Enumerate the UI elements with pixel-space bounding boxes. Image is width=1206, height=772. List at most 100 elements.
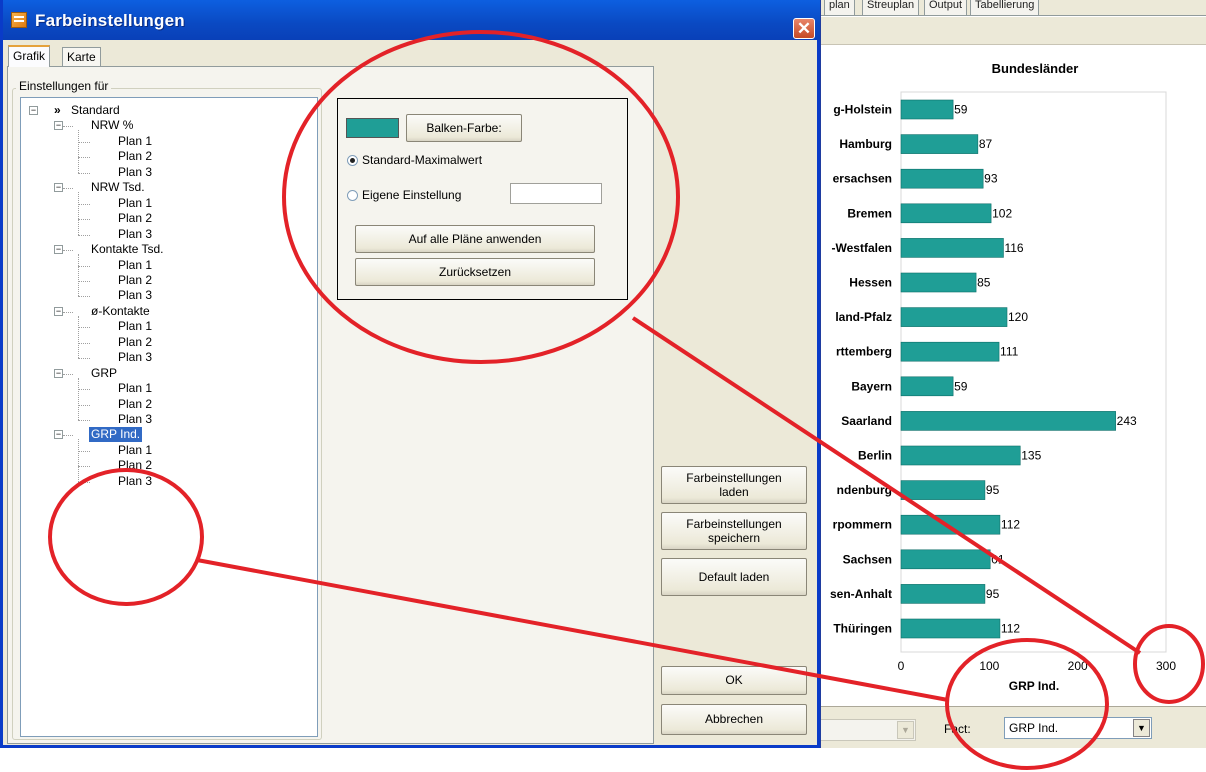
chart-window: plan Streuplan Output Tabellierung Bunde… — [820, 0, 1206, 748]
custom-max-input[interactable] — [510, 183, 602, 204]
tree-connector — [78, 466, 90, 468]
bar — [900, 134, 979, 154]
bar — [900, 411, 1116, 431]
bar — [900, 445, 1021, 466]
bar — [900, 307, 1008, 327]
x-tick-label: 100 — [979, 659, 999, 673]
load-color-settings-button[interactable]: Farbeinstellungen laden — [661, 466, 807, 504]
chart-title: Bundesländer — [992, 61, 1079, 76]
bar — [900, 99, 954, 120]
collapse-toggle[interactable]: − — [54, 430, 63, 440]
bar — [900, 238, 1004, 258]
collapse-toggle[interactable]: − — [54, 306, 63, 316]
tree-leaf-plan[interactable]: Plan 1 — [118, 381, 152, 396]
tree-leaf-plan[interactable]: Plan 3 — [118, 412, 152, 427]
fact-label: Fact: — [944, 722, 971, 736]
tree-connector — [78, 130, 79, 173]
data-label: 135 — [1021, 449, 1041, 463]
tab-streuplan[interactable]: Streuplan — [862, 0, 920, 16]
tree-leaf-plan[interactable]: Plan 1 — [118, 319, 152, 334]
tab-output[interactable]: Output — [924, 0, 968, 16]
save-color-settings-button[interactable]: Farbeinstellungen speichern — [661, 512, 807, 550]
tree-leaf-plan[interactable]: Plan 3 — [118, 165, 152, 180]
tree-group-item[interactable]: GRP Ind. — [89, 427, 143, 443]
tree-leaf-plan[interactable]: Plan 3 — [118, 474, 152, 489]
tree-connector — [78, 296, 90, 298]
ok-button[interactable]: OK — [661, 666, 807, 695]
tree-leaf-plan[interactable]: Plan 1 — [118, 134, 152, 149]
collapse-toggle[interactable]: − — [54, 121, 63, 131]
tree-group-item[interactable]: GRP — [91, 366, 117, 381]
tree-group-item[interactable]: NRW % — [91, 118, 133, 133]
tree-leaf-plan[interactable]: Plan 2 — [118, 335, 152, 350]
collapse-toggle[interactable]: − — [54, 245, 63, 255]
tab-tabellierung[interactable]: Tabellierung — [970, 0, 1040, 16]
category-label: Bremen — [847, 206, 892, 220]
category-label: Thüringen — [833, 622, 892, 636]
category-label: Hessen — [849, 276, 892, 290]
category-label: land-Pfalz — [835, 310, 892, 324]
tab-karte[interactable]: Karte — [62, 47, 101, 67]
save-button-line1: Farbeinstellungen — [686, 517, 782, 531]
radio-standard-max-label[interactable]: Standard-Maximalwert — [362, 153, 482, 167]
tree-leaf-plan[interactable]: Plan 2 — [118, 149, 152, 164]
tree-leaf-plan[interactable]: Plan 3 — [118, 227, 152, 242]
close-button[interactable]: ✕ — [793, 18, 815, 39]
tree-group-item[interactable]: Kontakte Tsd. — [91, 242, 164, 257]
bar — [900, 549, 991, 570]
bar — [900, 584, 986, 604]
tree-leaf-plan[interactable]: Plan 2 — [118, 211, 152, 226]
tree-group-item[interactable]: NRW Tsd. — [91, 180, 145, 195]
settings-tree[interactable]: −» Standard − NRW % Plan 1 Plan 2 Plan 3− NRW T… — [20, 97, 318, 737]
category-label: sen-Anhalt — [830, 587, 892, 601]
tree-root-standard[interactable]: Standard — [71, 103, 120, 118]
dialog-title: Farbeinstellungen — [35, 11, 185, 30]
radio-custom-label[interactable]: Eigene Einstellung — [362, 188, 461, 202]
tree-leaf-plan[interactable]: Plan 1 — [118, 258, 152, 273]
bar-chart: Bundesländer g-Holstein 59 Hamburg 87 ersachs… — [830, 61, 1176, 693]
radio-standard-max[interactable] — [347, 155, 358, 166]
tree-leaf-plan[interactable]: Plan 2 — [118, 273, 152, 288]
bar-color-button[interactable]: Balken-Farbe: — [406, 114, 522, 142]
collapse-toggle[interactable]: − — [29, 106, 38, 115]
tree-connector — [78, 254, 79, 297]
radio-custom[interactable] — [347, 190, 358, 201]
category-label: rttemberg — [836, 345, 892, 359]
fact-dropdown[interactable]: GRP Ind. ▼ — [1004, 717, 1152, 739]
chart-window-tabstrip: plan Streuplan Output Tabellierung — [820, 0, 1206, 16]
bar — [900, 618, 1001, 639]
chart-bottom-bar: ▼ Fact: GRP Ind. ▼ — [820, 706, 1206, 748]
tree-leaf-plan[interactable]: Plan 2 — [118, 458, 152, 473]
tree-leaf-plan[interactable]: Plan 3 — [118, 288, 152, 303]
tree-leaf-plan[interactable]: Plan 3 — [118, 350, 152, 365]
title-bar[interactable]: Farbeinstellungen — [3, 0, 820, 40]
cancel-button[interactable]: Abbrechen — [661, 704, 807, 735]
reset-button[interactable]: Zurücksetzen — [355, 258, 595, 286]
collapse-toggle[interactable]: − — [54, 183, 63, 193]
app-icon — [11, 12, 27, 28]
tree-connector — [78, 157, 90, 159]
tree-connector — [78, 389, 90, 391]
category-label: Berlin — [858, 449, 892, 463]
data-label: 112 — [1001, 518, 1020, 532]
bar — [900, 168, 984, 189]
tree-connector — [78, 234, 90, 236]
tab-plan[interactable]: plan — [824, 0, 855, 16]
tree-leaf-plan[interactable]: Plan 1 — [118, 443, 152, 458]
data-label: 95 — [986, 483, 1000, 497]
tree-connector — [78, 172, 90, 174]
bar — [900, 272, 977, 293]
apply-all-button[interactable]: Auf alle Pläne anwenden — [355, 225, 595, 253]
data-label: 01 — [991, 552, 1005, 566]
chevron-down-icon[interactable]: ▼ — [1133, 719, 1150, 737]
data-label: 93 — [984, 172, 998, 186]
tree-leaf-plan[interactable]: Plan 1 — [118, 196, 152, 211]
tree-connector — [78, 342, 90, 344]
collapse-toggle[interactable]: − — [54, 368, 63, 378]
root-marker-icon: » — [54, 103, 61, 117]
tree-connector — [78, 420, 90, 421]
tree-group-item[interactable]: ø-Kontakte — [91, 304, 150, 319]
tree-leaf-plan[interactable]: Plan 2 — [118, 397, 152, 412]
tab-grafik[interactable]: Grafik — [8, 45, 51, 67]
load-default-button[interactable]: Default laden — [661, 558, 807, 596]
